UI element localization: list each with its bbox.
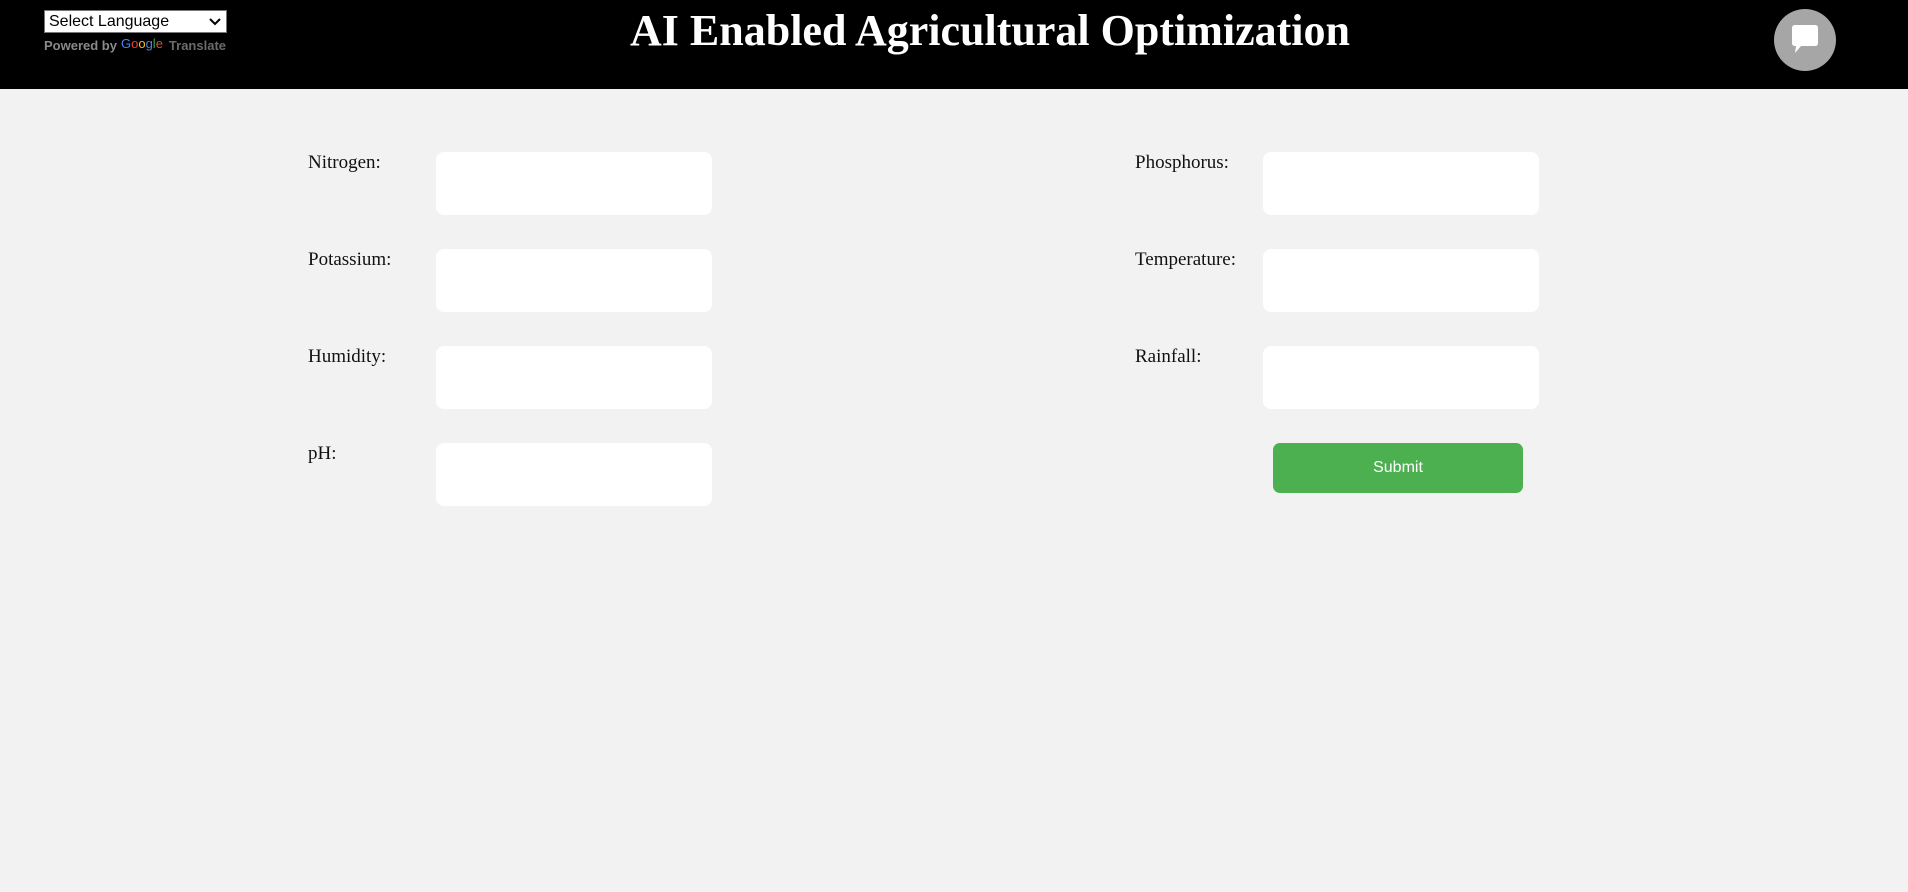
translate-link[interactable]: Translate xyxy=(169,38,226,53)
potassium-input[interactable] xyxy=(436,249,712,312)
phosphorus-input[interactable] xyxy=(1263,152,1539,215)
temperature-label: Temperature: xyxy=(1135,249,1237,270)
nitrogen-label: Nitrogen: xyxy=(308,152,381,173)
language-select[interactable]: Select Language xyxy=(44,10,227,33)
humidity-label: Humidity: xyxy=(308,346,387,367)
temperature-input[interactable] xyxy=(1263,249,1539,312)
page-title: AI Enabled Agricultural Optimization xyxy=(630,6,1350,55)
potassium-label: Potassium: xyxy=(308,249,392,270)
chat-button[interactable] xyxy=(1774,9,1836,71)
submit-button[interactable]: Submit xyxy=(1273,443,1523,493)
powered-by-text: Powered by xyxy=(44,38,117,53)
rainfall-label: Rainfall: xyxy=(1135,346,1202,367)
header-bar: Select Language Powered by Google Transl… xyxy=(0,0,1908,89)
rainfall-input[interactable] xyxy=(1263,346,1539,409)
google-logo: Google xyxy=(120,36,163,51)
phosphorus-label: Phosphorus: xyxy=(1135,152,1229,173)
ph-input[interactable] xyxy=(436,443,712,506)
powered-by-google-translate: Powered by Google Translate xyxy=(44,36,226,53)
language-select-value: Select Language xyxy=(49,13,170,30)
chevron-down-icon xyxy=(209,18,221,26)
ph-label: pH: xyxy=(308,443,337,464)
humidity-input[interactable] xyxy=(436,346,712,409)
nitrogen-input[interactable] xyxy=(436,152,712,215)
chat-bubble-icon xyxy=(1792,25,1818,53)
